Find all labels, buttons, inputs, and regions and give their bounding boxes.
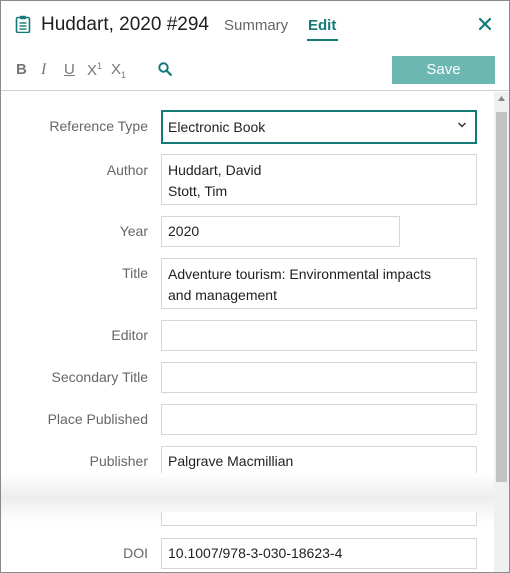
underline-button[interactable]: U [64, 61, 75, 78]
search-icon[interactable] [158, 62, 172, 76]
year-field[interactable]: 2020 [161, 216, 400, 247]
formatting-toolbar: B I U X1 X1 Save [1, 51, 509, 91]
italic-button[interactable]: I [41, 61, 46, 79]
title-line-1: Adventure tourism: Environmental impacts [168, 266, 431, 282]
publisher-label: Publisher [89, 453, 148, 469]
close-icon[interactable] [476, 15, 494, 33]
hidden-field-edge[interactable] [161, 512, 477, 526]
save-button[interactable]: Save [392, 56, 495, 84]
scrollbar-thumb[interactable] [496, 112, 507, 482]
doi-field[interactable]: 10.1007/978-3-030-18623-4 [161, 538, 477, 569]
superscript-button[interactable]: X1 [87, 61, 102, 79]
form-scrollbar[interactable] [494, 92, 509, 572]
tab-summary[interactable]: Summary [224, 17, 288, 34]
tab-edit[interactable]: Edit [308, 17, 336, 34]
editor-field[interactable] [161, 320, 477, 351]
author-line-2: Stott, Tim [168, 183, 228, 199]
subscript-letter: X [111, 61, 122, 78]
place-published-label: Place Published [47, 411, 148, 427]
panel-header: Huddart, 2020 #294 Summary Edit [1, 1, 509, 51]
superscript-mark: 1 [97, 61, 103, 71]
reference-form: Reference Type Electronic Book Author Hu… [1, 92, 494, 572]
title-line-2: and management [168, 287, 277, 303]
superscript-letter: X [87, 62, 98, 79]
scroll-up-arrow-icon[interactable] [498, 96, 505, 101]
subscript-mark: 1 [121, 70, 127, 80]
reference-type-select[interactable]: Electronic Book [161, 110, 477, 144]
author-line-1: Huddart, David [168, 162, 262, 178]
year-label: Year [119, 223, 148, 239]
secondary-title-label: Secondary Title [51, 369, 149, 385]
author-label: Author [106, 162, 148, 178]
author-field[interactable]: Huddart, David Stott, Tim [161, 154, 477, 205]
active-tab-indicator [307, 39, 338, 41]
chevron-down-icon [457, 122, 467, 128]
doi-label: DOI [123, 545, 148, 561]
reference-type-value: Electronic Book [168, 119, 266, 135]
clipboard-icon [15, 15, 31, 33]
reference-title: Huddart, 2020 #294 [41, 14, 209, 35]
bold-button[interactable]: B [16, 61, 27, 78]
secondary-title-field[interactable] [161, 362, 477, 393]
editor-label: Editor [111, 327, 148, 343]
title-label: Title [122, 265, 148, 281]
place-published-field[interactable] [161, 404, 477, 435]
subscript-button[interactable]: X1 [111, 61, 126, 80]
reference-editor-panel: Huddart, 2020 #294 Summary Edit B I U X1… [0, 0, 510, 573]
reference-type-label: Reference Type [49, 118, 148, 134]
title-field[interactable]: Adventure tourism: Environmental impacts… [161, 258, 477, 309]
